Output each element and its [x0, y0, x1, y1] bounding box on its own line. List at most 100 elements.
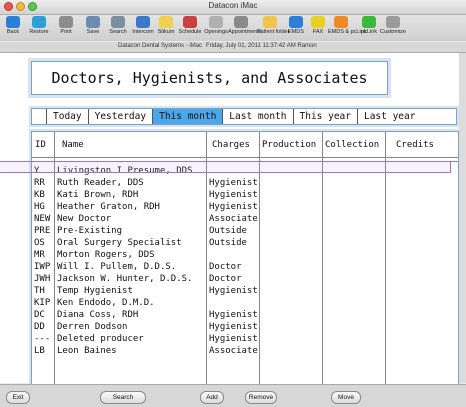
row-name: Ruth Reader, DDS	[57, 178, 144, 188]
stikum-icon	[159, 16, 173, 28]
pclink-icon	[362, 16, 376, 28]
column-header-credits[interactable]: Credits	[396, 140, 434, 150]
toolbar-label: Customize	[380, 29, 406, 35]
toolbar-label: Appointments	[228, 29, 262, 35]
row-name: Heather Graton, RDH	[57, 202, 160, 212]
datetime-user: Friday, July 01, 2011 11:37:42 AM Ramon	[206, 43, 317, 49]
toolbar-label: Save	[86, 29, 100, 35]
toolbar-restore-button[interactable]: Restore	[26, 16, 52, 41]
toolbar-label: Back	[6, 29, 20, 35]
row-id: NEW	[34, 214, 51, 224]
toolbar-save-button[interactable]: Save	[80, 16, 106, 41]
table-row[interactable]: LB Leon Baines Associate	[32, 345, 458, 357]
table-row[interactable]: NEW New Doctor Associate	[32, 213, 458, 225]
intercom-icon	[136, 16, 150, 28]
toolbar-label: Restore	[29, 29, 49, 35]
column-header-production[interactable]: Production	[262, 140, 316, 150]
toolbar-label: Search	[109, 29, 127, 35]
row-name: Derren Dodson	[57, 322, 128, 332]
table-row[interactable]: IWP Will I. Pullem, D.D.S. Doctor	[32, 261, 458, 273]
customize-icon	[386, 16, 400, 28]
header-divider	[32, 157, 458, 158]
row-id: IWP	[34, 262, 51, 272]
row-id: DC	[34, 310, 45, 320]
toolbar-schedule-button[interactable]: Schedule	[177, 16, 203, 41]
row-charges-type: Outside	[209, 238, 247, 248]
table-row[interactable]: RR Ruth Reader, DDS Hygienist	[32, 177, 458, 189]
row-name: Deleted producer	[57, 334, 144, 344]
search-button[interactable]: Search	[100, 391, 146, 404]
row-id: PRE	[34, 226, 51, 236]
remove-button[interactable]: Remove	[245, 391, 277, 404]
column-header-collection[interactable]: Collection	[325, 140, 379, 150]
tab-yesterday[interactable]: Yesterday	[87, 109, 152, 124]
window-title: Datacon iMac	[208, 1, 258, 10]
row-id: HG	[34, 202, 45, 212]
row-charges-type: Hygienist	[209, 190, 258, 200]
table-row[interactable]: --- Deleted producer Hygienist	[32, 333, 458, 345]
openings-icon	[209, 16, 223, 28]
row-charges-type: Doctor	[209, 262, 242, 272]
exit-button[interactable]: Exit	[6, 391, 30, 404]
table-row[interactable]: OS Oral Surgery Specialist Outside	[32, 237, 458, 249]
print-icon	[59, 16, 73, 28]
tab-this-year[interactable]: This year	[292, 109, 357, 124]
title-bar: Datacon iMac	[0, 0, 466, 15]
toolbar-label: Openings	[204, 29, 228, 35]
toolbar-patient-folder-button[interactable]: Patient folder	[257, 16, 289, 41]
appointments-icon	[234, 16, 248, 28]
table-row[interactable]: MR Morton Rogers, DDS	[32, 249, 458, 261]
row-name: Leon Baines	[57, 346, 117, 356]
toolbar-search-button[interactable]: Search	[105, 16, 131, 41]
table-row[interactable]: DD Derren Dodson Hygienist	[32, 321, 458, 333]
column-header-charges[interactable]: Charges	[212, 140, 250, 150]
tab-this-month[interactable]: This month	[152, 109, 223, 124]
row-id: TH	[34, 286, 45, 296]
app-name: Datacon Dental Systems - iMac	[118, 43, 203, 49]
table-row[interactable]: KIP Ken Endodo, D.M.D.	[32, 297, 458, 309]
row-charges-type: Hygienist	[209, 310, 258, 320]
move-button[interactable]: Move	[331, 391, 361, 404]
toolbar: Back Restore Print Save Search Intercom Stikum…	[0, 15, 466, 41]
row-name: Diana Coss, RDH	[57, 310, 139, 320]
column-header-id[interactable]: ID	[35, 140, 46, 150]
toolbar-customize-button[interactable]: Customize	[380, 16, 406, 41]
table-row[interactable]: TH Temp Hygienist Hygienist	[32, 285, 458, 297]
toolbar-label: Stikum	[157, 29, 175, 35]
bottom-button-bar: Exit Search Add Remove Move	[0, 384, 466, 407]
row-name: Morton Rogers, DDS	[57, 250, 155, 260]
row-name: New Doctor	[57, 214, 112, 224]
save-icon	[86, 16, 100, 28]
toolbar-label: pcLink	[361, 29, 377, 35]
table-row[interactable]: HG Heather Graton, RDH Hygienist	[32, 201, 458, 213]
toolbar-openings-button[interactable]: Openings	[203, 16, 229, 41]
tab-last-year[interactable]: Last year	[356, 109, 421, 124]
row-name: Ken Endodo, D.M.D.	[57, 298, 155, 308]
row-id: KB	[34, 190, 45, 200]
toolbar-appointments-button[interactable]: Appointments	[228, 16, 262, 41]
row-id: DD	[34, 322, 45, 332]
toolbar-print-button[interactable]: Print	[53, 16, 79, 41]
table-row[interactable]: KB Kati Brown, RDH Hygienist	[32, 189, 458, 201]
toolbar-label: Print	[60, 29, 72, 35]
table-row[interactable]: JWH Jackson W. Hunter, D.D.S. Doctor	[32, 273, 458, 285]
table-row[interactable]: DC Diana Coss, RDH Hygienist	[32, 309, 458, 321]
tab-today[interactable]: Today	[46, 109, 88, 124]
row-id: KIP	[34, 298, 51, 308]
toolbar-pclink-button[interactable]: pcLink	[356, 16, 382, 41]
column-header-name[interactable]: Name	[62, 140, 84, 150]
toolbar-back-button[interactable]: Back	[0, 16, 26, 41]
toolbar-stikum-button[interactable]: Stikum	[153, 16, 179, 41]
status-bar: Datacon Dental Systems - iMac Friday, Ju…	[0, 42, 466, 53]
row-charges-type: Associate	[209, 346, 258, 356]
add-button[interactable]: Add	[200, 391, 224, 404]
table-row[interactable]: PRE Pre-Existing Outside	[32, 225, 458, 237]
row-charges-type: Doctor	[209, 274, 242, 284]
row-id: RR	[34, 178, 45, 188]
tab-last-month[interactable]: Last month	[222, 109, 292, 124]
row-name: Temp Hygienist	[57, 286, 133, 296]
page-title: Doctors, Hygienists, and Associates	[51, 69, 368, 87]
window-edge	[459, 53, 466, 383]
toolbar-emds-pclink-button[interactable]: EMDS & pcLink	[328, 16, 367, 41]
row-id: LB	[34, 346, 45, 356]
